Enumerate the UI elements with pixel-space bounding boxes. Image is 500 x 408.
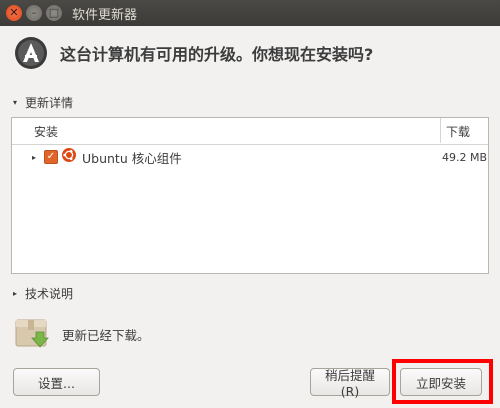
close-window-button[interactable]: ✕ (6, 5, 22, 21)
window-title: 软件更新器 (72, 7, 138, 23)
package-name: Ubuntu 核心组件 (82, 150, 182, 166)
minimize-window-button[interactable]: – (26, 5, 42, 21)
downloaded-package-icon (15, 319, 49, 348)
column-header-size[interactable]: 下载 (446, 123, 470, 140)
highlight-box (392, 359, 493, 404)
table-row[interactable]: ▸ ✓ Ubuntu 核心组件 49.2 MB (12, 145, 488, 169)
ubuntu-logo-icon (62, 148, 76, 162)
tech-expander-label: 技术说明 (25, 287, 74, 301)
details-expander[interactable]: ▾ 更新详情 (13, 94, 73, 111)
row-checkbox[interactable]: ✓ (44, 150, 58, 164)
table-header: 安装 下载 (12, 118, 488, 145)
expanded-triangle-icon: ▾ (13, 98, 18, 107)
collapsed-triangle-icon: ▸ (13, 289, 18, 298)
settings-button[interactable]: 设置... (13, 368, 100, 396)
header: 这台计算机有可用的升级。你想现在安装吗? (14, 36, 373, 70)
window-controls: ✕ – □ (6, 5, 62, 21)
collapsed-triangle-icon[interactable]: ▸ (32, 153, 36, 162)
maximize-window-button[interactable]: □ (46, 5, 62, 21)
status-text: 更新已经下载。 (62, 328, 150, 343)
remind-later-button[interactable]: 稍后提醒(R) (310, 368, 390, 399)
updates-table: 安装 下载 ▸ ✓ Ubuntu 核心组件 49.2 MB (11, 117, 489, 274)
software-updater-icon (15, 37, 47, 69)
package-size: 49.2 MB (442, 150, 488, 164)
details-expander-label: 更新详情 (25, 96, 74, 110)
column-header-install[interactable]: 安装 (34, 123, 58, 140)
column-separator (440, 118, 441, 143)
technical-description-expander[interactable]: ▸ 技术说明 (13, 285, 73, 302)
title-bar: ✕ – □ 软件更新器 (0, 0, 500, 26)
header-message: 这台计算机有可用的升级。你想现在安装吗? (60, 45, 374, 64)
